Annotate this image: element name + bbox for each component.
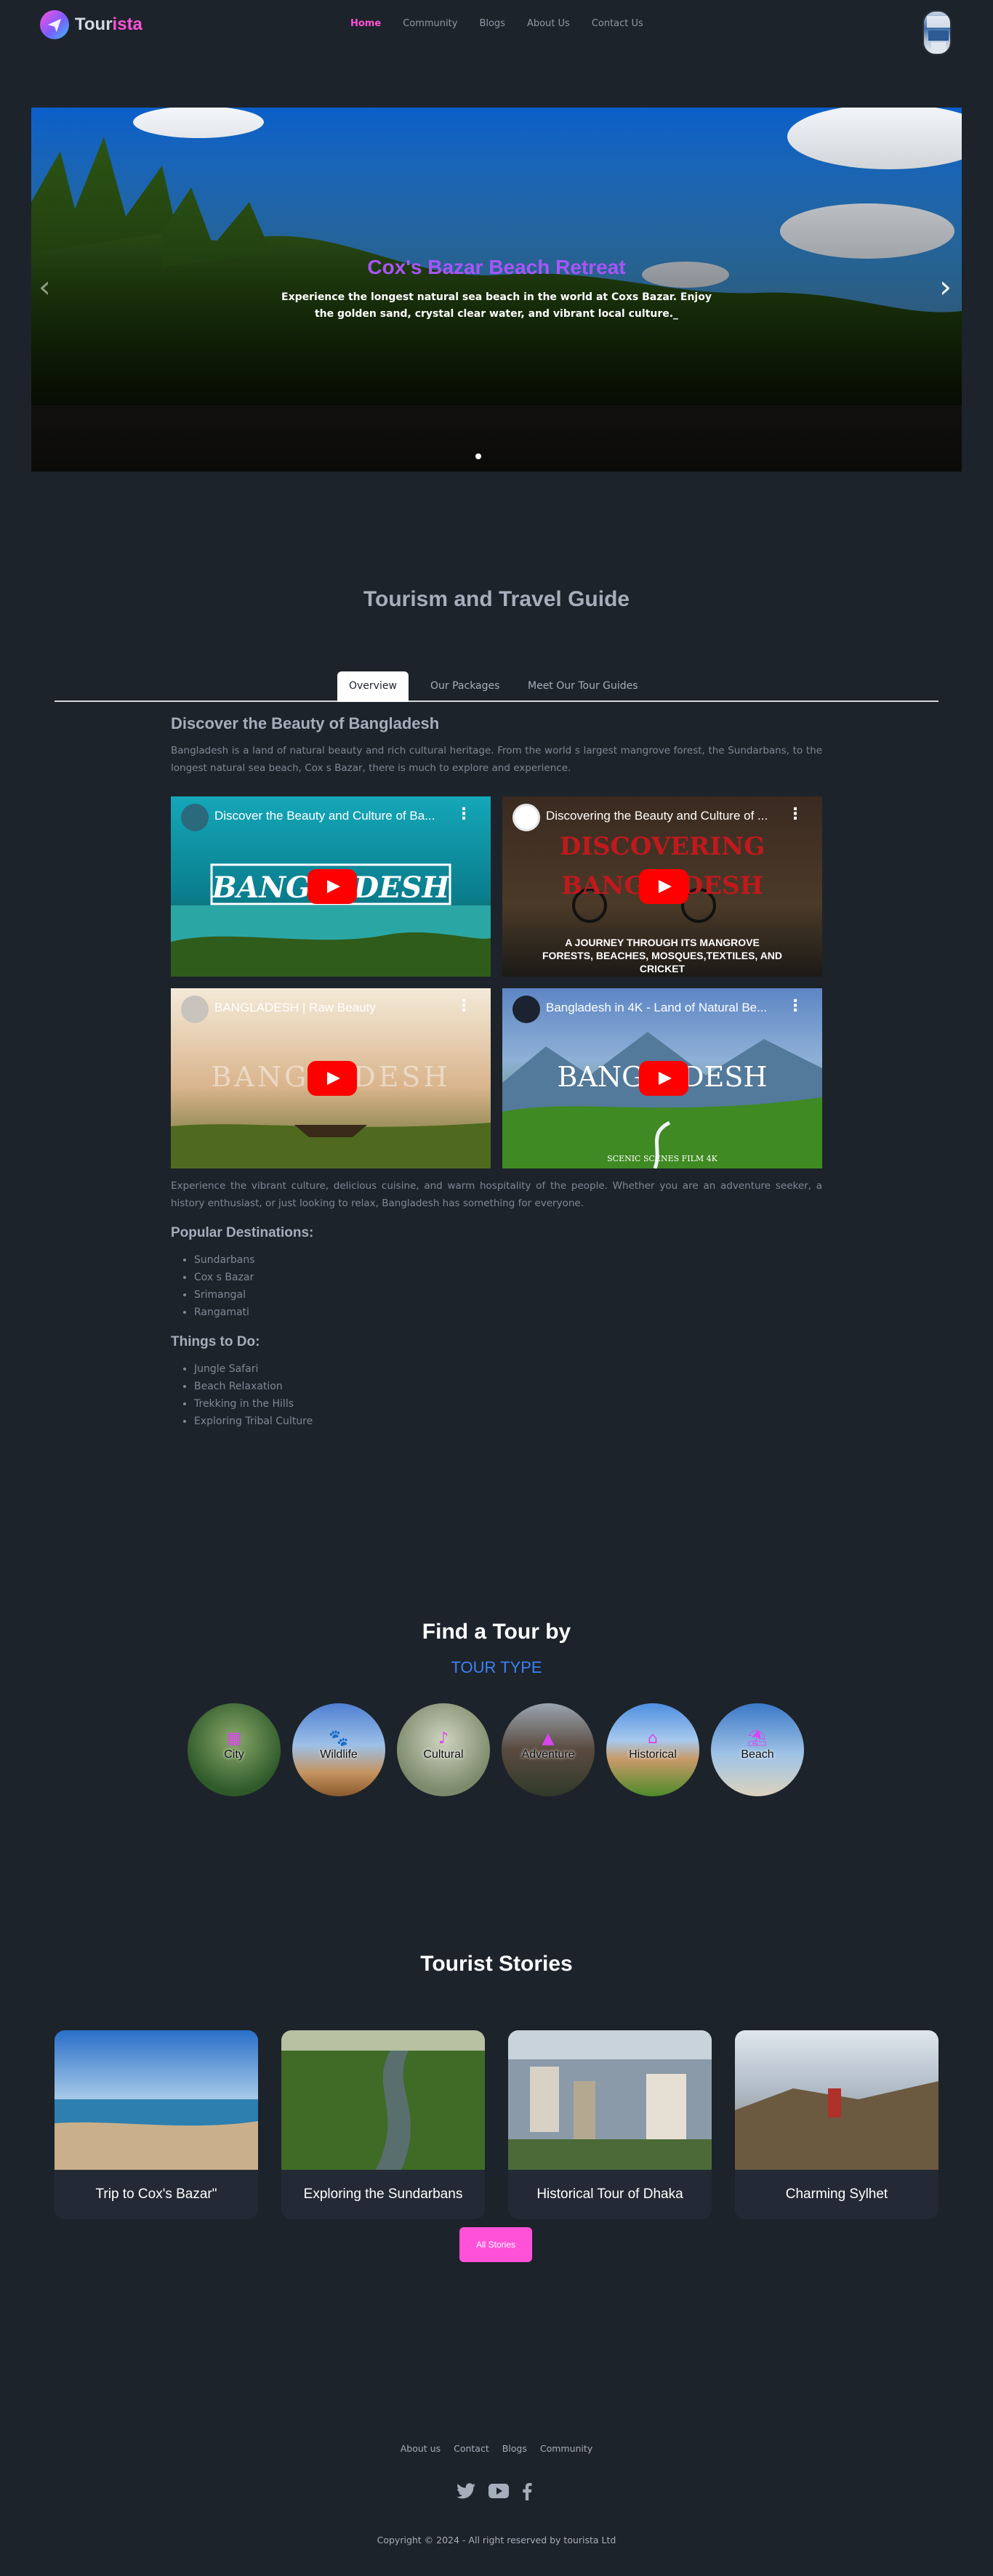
youtube-icon[interactable] (489, 2483, 509, 2503)
overview-outro: Experience the vibrant culture, deliciou… (171, 1180, 822, 1209)
tour-type-historical[interactable]: ⌂ Historical (606, 1703, 699, 1796)
all-stories-button[interactable]: All Stories (459, 2227, 532, 2262)
list-item: Rangamati (194, 1304, 822, 1321)
find-tour-subtitle: TOUR TYPE (451, 1658, 542, 1676)
list-item: Srimangal (194, 1286, 822, 1304)
logo[interactable]: Tourista (40, 10, 142, 39)
video-overlay-subtext: SCENIC SCENES FILM 4K (607, 1154, 717, 1163)
historical-icon: ⌂ (648, 1729, 658, 1748)
tour-type-beach[interactable]: ⛱ Beach (711, 1703, 804, 1796)
overview-details: Experience the vibrant culture, deliciou… (171, 1177, 822, 1430)
story-image (281, 2030, 485, 2170)
list-item: Trekking in the Hills (194, 1395, 822, 1413)
video-title[interactable]: Discover the Beauty and Culture of Ba... (214, 809, 462, 823)
nav-link-contact-us[interactable]: Contact Us (592, 18, 643, 29)
overview-intro: Bangladesh is a land of natural beauty a… (171, 745, 822, 774)
video-1[interactable]: Discover the Beauty and Culture of Ba...… (171, 796, 491, 977)
tour-type-adventure[interactable]: ▲ Adventure (502, 1703, 595, 1796)
footer-link-about-us[interactable]: About us (401, 2443, 441, 2454)
tour-type-city[interactable]: ▦ City (188, 1703, 281, 1796)
story-image (508, 2030, 712, 2170)
twitter-icon[interactable] (457, 2483, 475, 2503)
list-item: Jungle Safari (194, 1360, 822, 1378)
more-options-icon[interactable]: ⋮ (787, 998, 803, 1014)
tour-type-wildlife[interactable]: 🐾 Wildlife (292, 1703, 385, 1796)
video-title[interactable]: BANGLADESH | Raw Beauty (214, 1001, 462, 1015)
tab-overview[interactable]: Overview (337, 671, 409, 702)
footer-link-blogs[interactable]: Blogs (502, 2443, 527, 2454)
story-card[interactable]: Historical Tour of Dhaka (508, 2030, 712, 2219)
carousel-next-icon[interactable]: › (939, 272, 952, 302)
story-title: Historical Tour of Dhaka (536, 2187, 683, 2202)
nav-link-community[interactable]: Community (403, 18, 457, 29)
channel-avatar[interactable] (181, 804, 209, 831)
copyright-text: Copyright © 2024 - All right reserved by… (377, 2535, 616, 2545)
city-icon: ▦ (226, 1729, 242, 1748)
tour-type-cultural[interactable]: ♪ Cultural (397, 1703, 490, 1796)
social-links (457, 2483, 532, 2503)
more-options-icon[interactable]: ⋮ (456, 998, 472, 1014)
video-2[interactable]: Discovering the Beauty and Culture of ..… (502, 796, 822, 977)
stories-title: Tourist Stories (420, 1952, 573, 1976)
footer-link-community[interactable]: Community (540, 2443, 592, 2454)
destinations-list: Sundarbans Cox s Bazar Srimangal Rangama… (171, 1251, 822, 1321)
channel-avatar[interactable] (181, 996, 209, 1023)
footer-links: About us Contact Blogs Community (0, 2443, 993, 2454)
things-heading: Things to Do: (171, 1334, 260, 1349)
navbar: Tourista Home Community Blogs About Us C… (0, 0, 993, 55)
guide-tabs: Overview Our Packages Meet Our Tour Guid… (55, 671, 938, 702)
facebook-icon[interactable] (522, 2483, 532, 2503)
play-icon[interactable] (639, 1061, 688, 1096)
story-card[interactable]: Trip to Cox's Bazar" (55, 2030, 258, 2219)
logo-text: Tourista (75, 15, 142, 34)
nav-link-blogs[interactable]: Blogs (479, 18, 505, 29)
tab-meet-our-tour-guides[interactable]: Meet Our Tour Guides (516, 671, 650, 702)
avatar[interactable] (922, 10, 952, 55)
video-title[interactable]: Discovering the Beauty and Culture of ..… (546, 809, 793, 823)
list-item: Sundarbans (194, 1251, 822, 1269)
video-4[interactable]: Bangladesh in 4K - Land of Natural Be...… (502, 988, 822, 1168)
hero-carousel: ‹ Cox's Bazar Beach Retreat Experience t… (31, 108, 962, 472)
nav-links: Home Community Blogs About Us Contact Us (350, 18, 665, 29)
more-options-icon[interactable]: ⋮ (456, 807, 472, 823)
story-image (735, 2030, 938, 2170)
list-item: Cox s Bazar (194, 1269, 822, 1286)
find-tour-title: Find a Tour by (422, 1620, 571, 1644)
more-options-icon[interactable]: ⋮ (787, 807, 803, 823)
nav-link-home[interactable]: Home (350, 18, 381, 29)
adventure-icon: ▲ (542, 1729, 555, 1748)
list-item: Exploring Tribal Culture (194, 1413, 822, 1430)
footer-link-contact[interactable]: Contact (454, 2443, 489, 2454)
list-item: Beach Relaxation (194, 1378, 822, 1395)
guide-title: Tourism and Travel Guide (363, 587, 630, 611)
overview-content: Discover the Beauty of Bangladesh Bangla… (171, 714, 822, 777)
nav-link-about-us[interactable]: About Us (527, 18, 570, 29)
wildlife-icon: 🐾 (329, 1729, 349, 1748)
logo-icon (40, 10, 69, 39)
play-icon[interactable] (307, 869, 357, 904)
story-title: Trip to Cox's Bazar" (95, 2187, 217, 2202)
tab-our-packages[interactable]: Our Packages (419, 671, 511, 702)
video-title[interactable]: Bangladesh in 4K - Land of Natural Be... (546, 1001, 793, 1015)
play-icon[interactable] (639, 869, 688, 904)
video-overlay-subtext: A JOURNEY THROUGH ITS MANGROVE FORESTS, … (542, 937, 783, 974)
story-image (55, 2030, 258, 2170)
hero-title: Cox's Bazar Beach Retreat (367, 256, 626, 278)
channel-avatar[interactable] (512, 996, 540, 1023)
hero-description: Experience the longest natural sea beach… (281, 291, 712, 320)
story-title: Exploring the Sundarbans (303, 2187, 463, 2202)
video-3[interactable]: BANGLADESH | Raw Beauty ⋮ BANGLADESH (171, 988, 491, 1168)
story-card[interactable]: Charming Sylhet (735, 2030, 938, 2219)
play-icon[interactable] (307, 1061, 357, 1096)
overview-heading: Discover the Beauty of Bangladesh (171, 714, 440, 732)
destinations-heading: Popular Destinations: (171, 1225, 314, 1240)
story-card[interactable]: Exploring the Sundarbans (281, 2030, 485, 2219)
cultural-icon: ♪ (438, 1729, 449, 1748)
carousel-indicator[interactable] (475, 453, 481, 459)
story-title: Charming Sylhet (785, 2187, 888, 2202)
things-list: Jungle Safari Beach Relaxation Trekking … (171, 1360, 822, 1430)
beach-icon: ⛱ (747, 1729, 768, 1748)
